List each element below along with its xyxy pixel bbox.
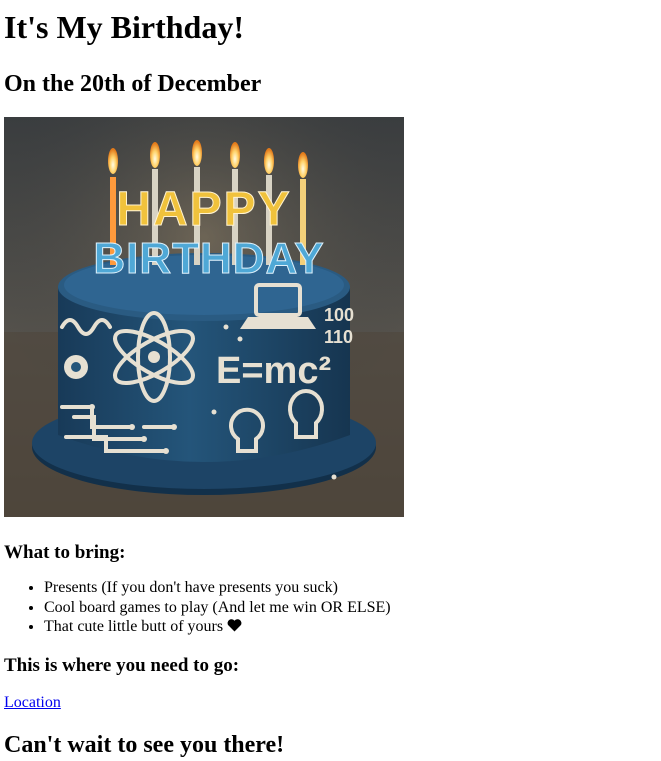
cake-equation: E=mc² [216, 350, 331, 392]
cake-text-birthday: BIRTHDAY [93, 234, 324, 283]
cake-text-happy: HAPPY [116, 183, 291, 236]
bring-item-label: Presents (If you don't have presents you… [44, 579, 338, 596]
bring-item-label: Cool board games to play (And let me win… [44, 598, 391, 616]
bring-item-presents: Presents (If you don't have presents you… [44, 578, 657, 598]
bring-list: Presents (If you don't have presents you… [4, 578, 657, 637]
cake-binary-bottom: 110 [324, 327, 353, 347]
location-link[interactable]: Location [4, 694, 61, 711]
page-title: It's My Birthday! [4, 9, 244, 45]
bring-item-board-games: Cool board games to play (And let me win… [44, 598, 657, 618]
bring-item-label: That cute little butt of yours [44, 618, 224, 635]
bring-item-butt: That cute little butt of yours [44, 617, 657, 637]
birthday-cake-image: E=mc² 100 110 HAPPY BIRTHDAY [4, 117, 404, 517]
bring-heading: What to bring: [4, 542, 126, 563]
location-paragraph: Location [4, 677, 657, 713]
date-subtitle: On the 20th of December [4, 71, 262, 97]
heart-icon [227, 617, 242, 637]
cake-binary-top: 100 [324, 305, 354, 325]
page: It's My Birthday! On the 20th of Decembe… [0, 0, 661, 759]
closing-message: Can't wait to see you there! [4, 731, 285, 758]
location-heading: This is where you need to go: [4, 654, 240, 676]
